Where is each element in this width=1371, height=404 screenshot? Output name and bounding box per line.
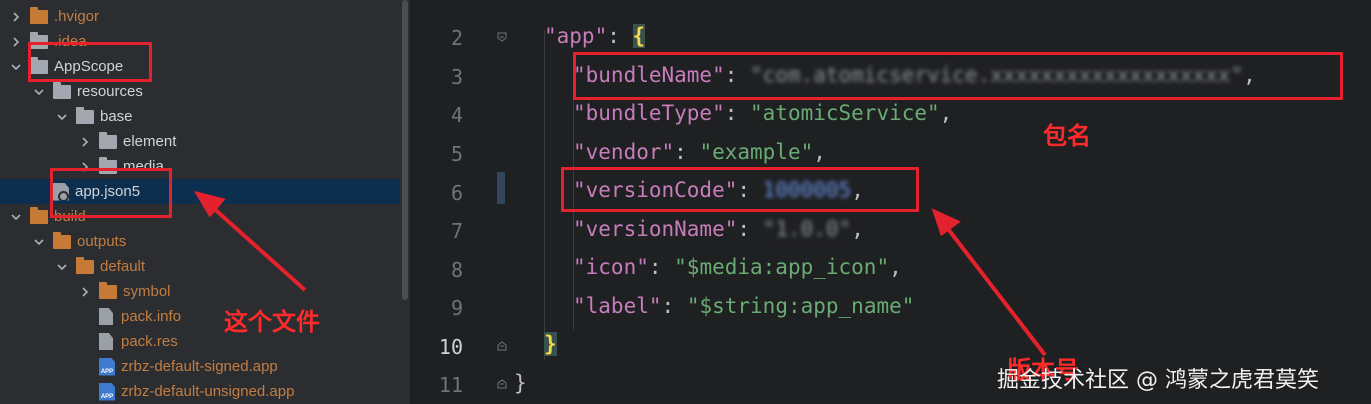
watermark: 掘金技术社区 @ 鸿蒙之虎君莫笑 — [997, 368, 1319, 393]
annotation-this-file: 这个文件 — [224, 308, 320, 336]
annotation-arrows — [193, 190, 1047, 357]
arrow-to-version — [943, 223, 1047, 357]
annotation-package-name: 包名 — [1043, 122, 1091, 150]
arrow-to-file — [208, 203, 307, 292]
arrow-head-icon — [931, 208, 961, 237]
